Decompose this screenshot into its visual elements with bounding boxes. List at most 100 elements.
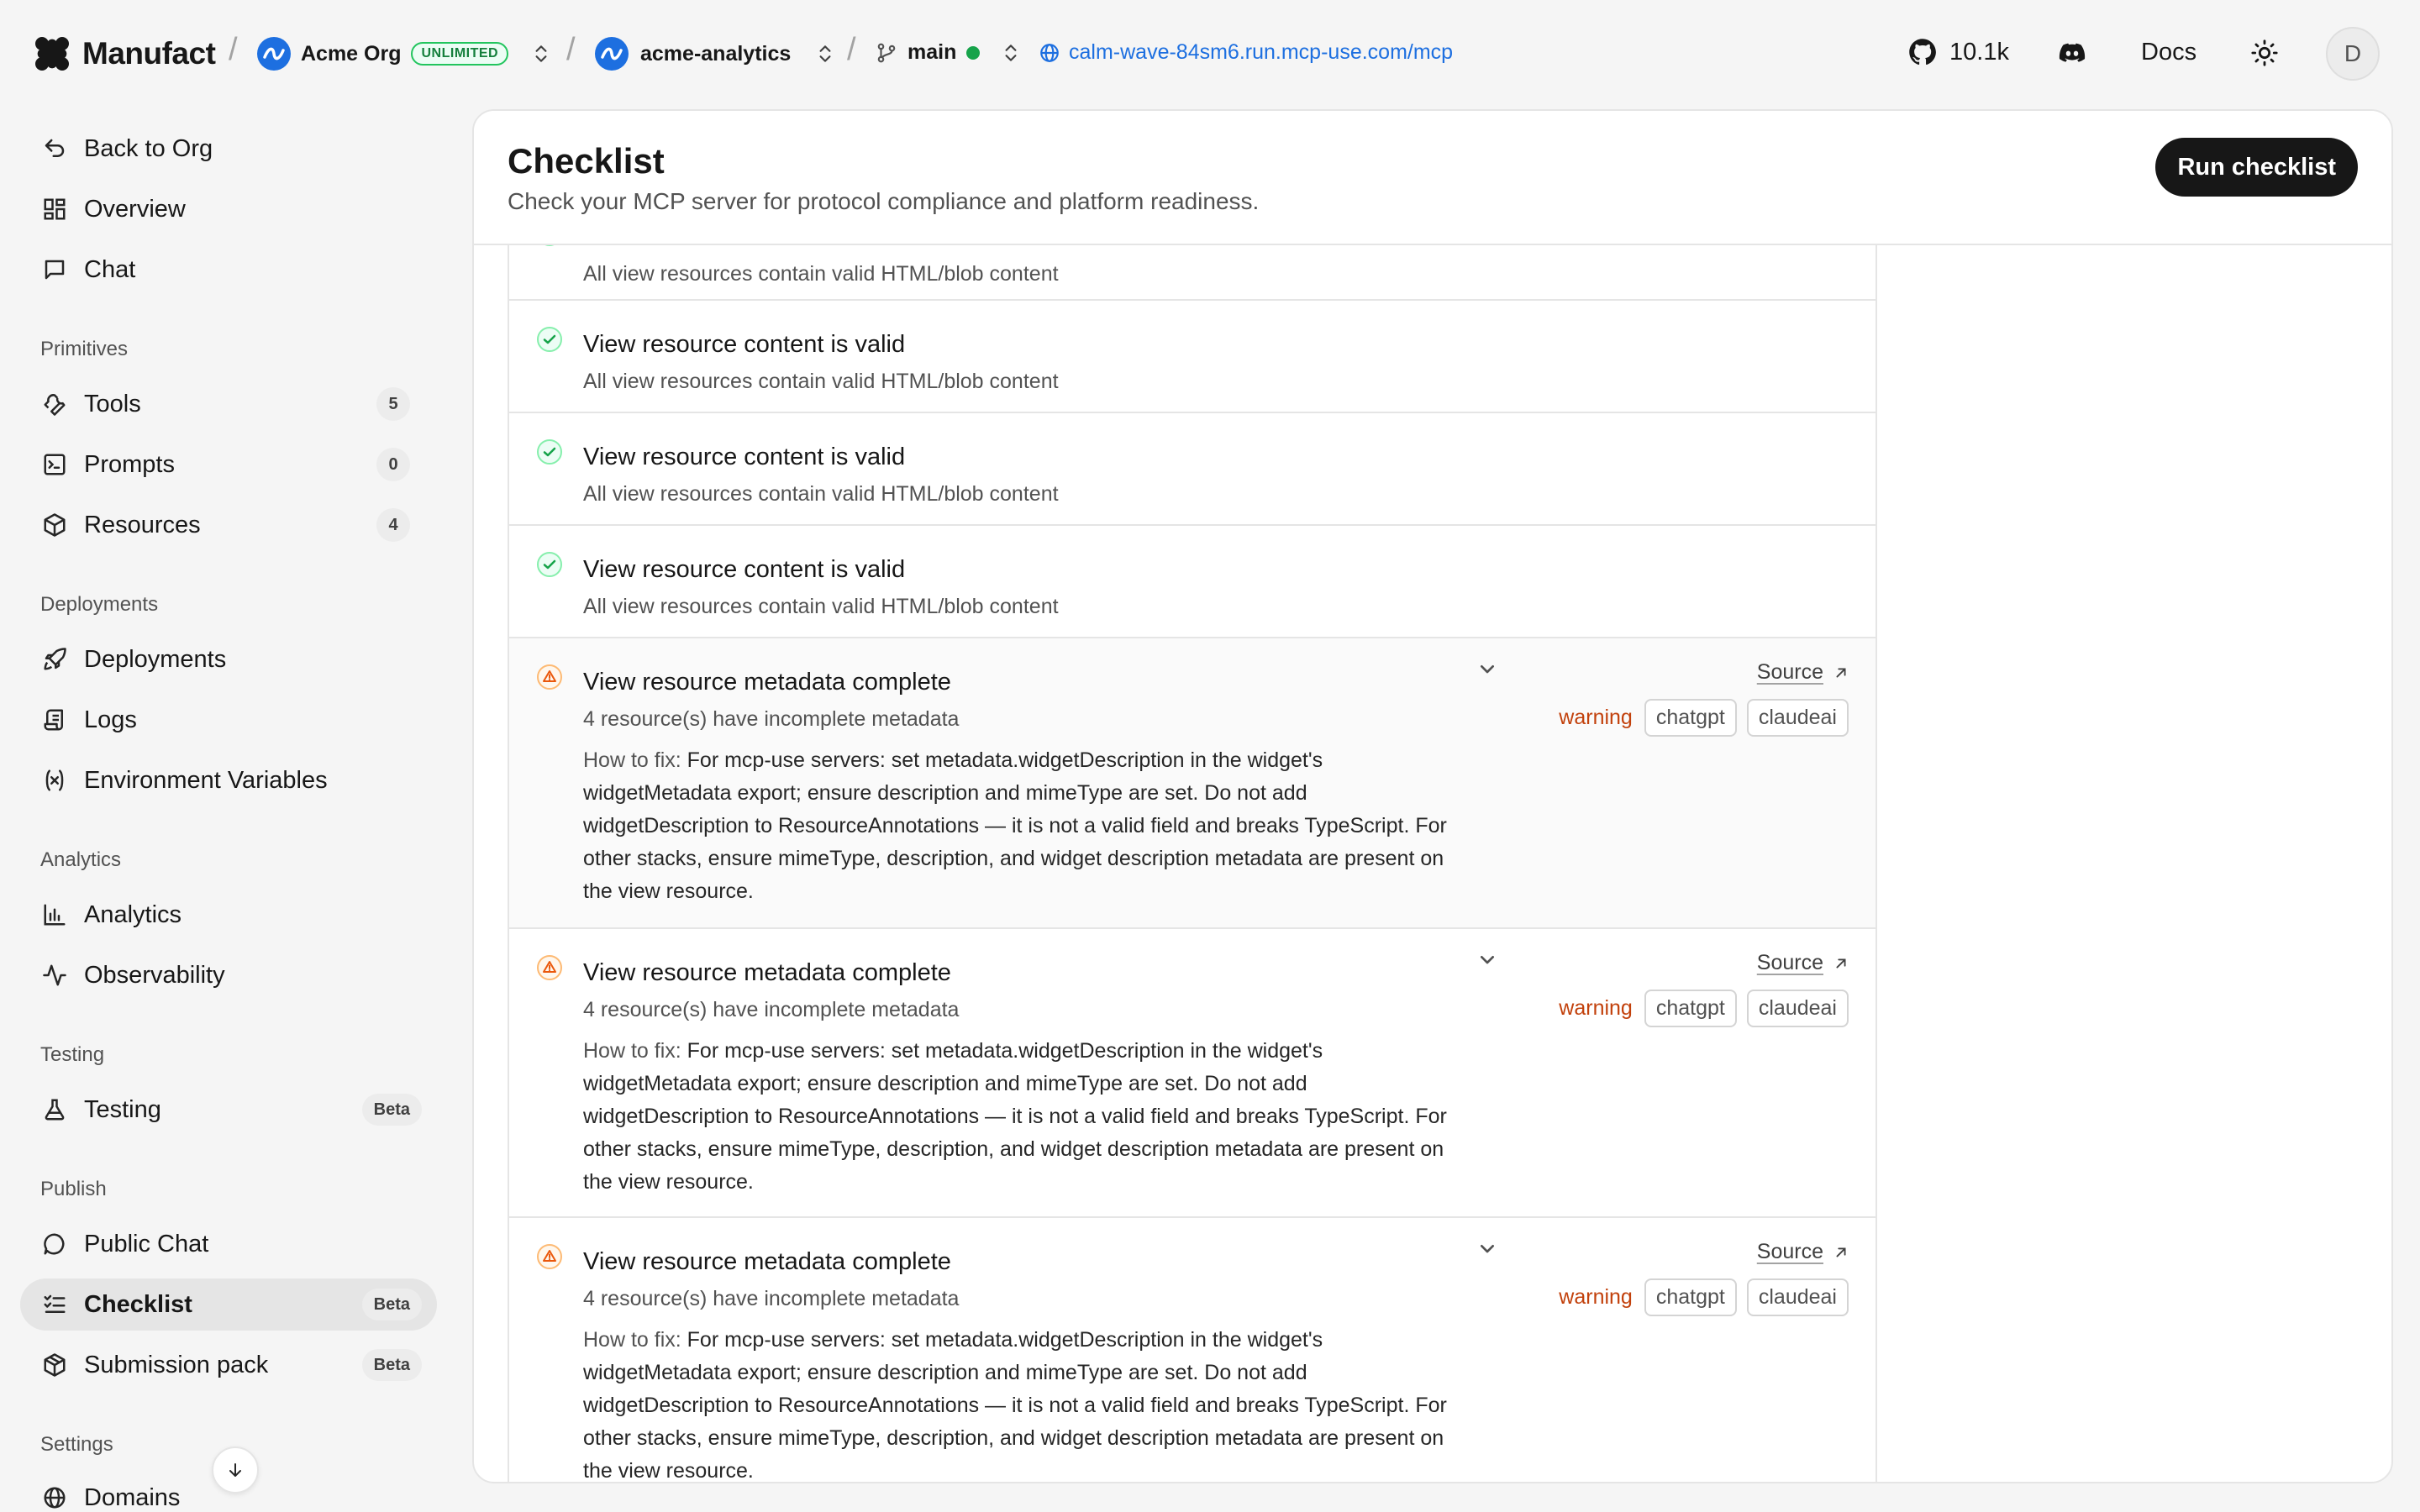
breadcrumb-separator: /	[847, 32, 856, 67]
sidebar-item-label: Back to Org	[84, 134, 213, 162]
sidebar-item-deployments[interactable]: Deployments	[20, 633, 437, 685]
check-row-warning[interactable]: View resource metadata complete 4 resour…	[509, 638, 1876, 929]
branch-switcher[interactable]: main	[876, 40, 1022, 65]
manufact-logo[interactable]: Manufact	[34, 34, 216, 74]
sidebar-item-label: Tools	[84, 390, 141, 417]
platform-tag: claudeai	[1746, 990, 1849, 1027]
github-link[interactable]: 10.1k	[1907, 37, 2009, 67]
how-to-fix: How to fix: For mcp-use servers: set met…	[583, 1324, 1474, 1482]
beta-badge: Beta	[361, 1349, 422, 1381]
check-description: 4 resource(s) have incomplete metadata	[583, 1287, 960, 1310]
sidebar-item-resources[interactable]: Resources 4	[20, 499, 437, 551]
sidebar-item-label: Overview	[84, 195, 186, 223]
theme-toggle[interactable]	[2250, 39, 2279, 67]
sidebar-item-label: Analytics	[84, 900, 182, 928]
sidebar-item-tools[interactable]: Tools 5	[20, 378, 437, 430]
project-logo-icon	[595, 37, 629, 71]
sidebar-item-public-chat[interactable]: Public Chat	[20, 1218, 437, 1270]
source-link[interactable]: Source	[1757, 1240, 1850, 1264]
branch-status-dot	[966, 45, 981, 60]
discord-link[interactable]	[2057, 39, 2087, 67]
server-url-link[interactable]: calm-wave-84sm6.run.mcp-use.com/mcp	[1039, 40, 1453, 65]
back-icon	[40, 134, 69, 163]
check-description: All view resources contain valid HTML/bl…	[583, 482, 1059, 506]
sun-icon	[2251, 39, 2278, 66]
section-testing: Testing	[40, 1043, 105, 1066]
check-row-pass[interactable]: View resource content is valid All view …	[509, 301, 1876, 413]
sidebar-item-chat[interactable]: Chat	[20, 244, 437, 296]
platform-tag: claudeai	[1746, 1278, 1849, 1316]
how-to-fix: How to fix: For mcp-use servers: set met…	[583, 744, 1474, 908]
source-link[interactable]: Source	[1757, 951, 1850, 975]
check-row-warning[interactable]: View resource metadata complete 4 resour…	[509, 1218, 1876, 1482]
sidebar-item-testing[interactable]: Testing Beta	[20, 1084, 437, 1136]
check-description: All view resources contain valid HTML/bl…	[583, 262, 1059, 286]
chevron-down-icon[interactable]	[1474, 1235, 1501, 1262]
chevrons-updown-icon	[535, 45, 547, 62]
scroll-down-button[interactable]	[212, 1446, 259, 1494]
top-bar: Manufact / Acme Org UNLIMITED / acme-ana…	[0, 0, 2420, 108]
external-arrow-icon	[1836, 668, 1846, 677]
bar-chart-icon	[40, 900, 69, 929]
platform-tag: chatgpt	[1644, 990, 1737, 1027]
project-switcher[interactable]: acme-analytics	[595, 37, 836, 71]
check-row-pass[interactable]: View resource content is valid All view …	[509, 245, 1876, 301]
sidebar-item-environment-variables[interactable]: Environment Variables	[20, 754, 437, 806]
org-switcher[interactable]: Acme Org UNLIMITED	[257, 37, 552, 71]
check-title: View resource metadata complete	[583, 669, 951, 696]
avatar[interactable]: D	[2326, 27, 2380, 81]
rocket-icon	[40, 645, 69, 674]
sidebar-item-prompts[interactable]: Prompts 0	[20, 438, 437, 491]
platform-tag: chatgpt	[1644, 1278, 1737, 1316]
check-title: View resource metadata complete	[583, 1248, 951, 1275]
sidebar-item-label: Submission pack	[84, 1351, 269, 1378]
checklist-results[interactable]: View resource content is valid All view …	[508, 245, 1877, 1482]
check-row-pass[interactable]: View resource content is valid All view …	[509, 413, 1876, 526]
page-subtitle: Check your MCP server for protocol compl…	[508, 188, 1260, 214]
run-checklist-button[interactable]: Run checklist	[2155, 138, 2358, 197]
package-icon	[40, 1351, 69, 1379]
branch-name: main	[908, 40, 957, 64]
sidebar-item-observability[interactable]: Observability	[20, 949, 437, 1001]
breadcrumb-separator: /	[229, 32, 238, 67]
sidebar-item-label: Prompts	[84, 450, 175, 478]
sidebar-item-overview[interactable]: Overview	[20, 183, 437, 235]
terminal-icon	[40, 450, 69, 479]
check-row-warning[interactable]: View resource metadata complete 4 resour…	[509, 929, 1876, 1218]
chevron-down-icon[interactable]	[1474, 655, 1501, 682]
platform-tag: claudeai	[1746, 699, 1849, 737]
breadcrumb-separator: /	[566, 32, 576, 67]
cube-icon	[40, 511, 69, 539]
how-to-fix-label: How to fix:	[583, 1039, 681, 1063]
check-title: View resource metadata complete	[583, 959, 951, 986]
external-arrow-icon	[1836, 1247, 1846, 1257]
sidebar-item-label: Logs	[84, 706, 137, 733]
sidebar-item-checklist[interactable]: Checklist Beta	[20, 1278, 437, 1331]
sidebar-item-submission-pack[interactable]: Submission pack Beta	[20, 1339, 437, 1391]
docs-link[interactable]: Docs	[2141, 39, 2196, 66]
sidebar-item-back-to-org[interactable]: Back to Org	[20, 123, 437, 175]
discord-icon	[2059, 43, 2086, 62]
resources-count: 4	[376, 508, 410, 542]
chevrons-updown-icon	[819, 45, 831, 62]
wrench-icon	[40, 390, 69, 418]
source-label: Source	[1756, 951, 1823, 974]
source-link[interactable]: Source	[1757, 660, 1850, 685]
how-to-fix-label: How to fix:	[583, 1328, 681, 1352]
sidebar-item-logs[interactable]: Logs	[20, 694, 437, 746]
project-name: acme-analytics	[640, 41, 792, 66]
sidebar-item-analytics[interactable]: Analytics	[20, 889, 437, 941]
how-to-fix-text: For mcp-use servers: set metadata.widget…	[583, 748, 1447, 903]
sidebar-item-label: Testing	[84, 1095, 161, 1123]
severity-label: warning	[1559, 996, 1633, 1020]
check-row-pass[interactable]: View resource content is valid All view …	[509, 526, 1876, 638]
panel-header: Checklist Check your MCP server for prot…	[474, 111, 2391, 245]
external-arrow-icon	[1836, 958, 1846, 968]
section-deployments: Deployments	[40, 593, 159, 616]
check-description: All view resources contain valid HTML/bl…	[583, 595, 1059, 618]
check-tags: warning chatgpt claudeai	[1559, 990, 1849, 1027]
check-description: 4 resource(s) have incomplete metadata	[583, 998, 960, 1021]
how-to-fix: How to fix: For mcp-use servers: set met…	[583, 1035, 1474, 1199]
chevron-down-icon[interactable]	[1474, 946, 1501, 973]
sidebar-item-label: Domains	[84, 1483, 181, 1511]
